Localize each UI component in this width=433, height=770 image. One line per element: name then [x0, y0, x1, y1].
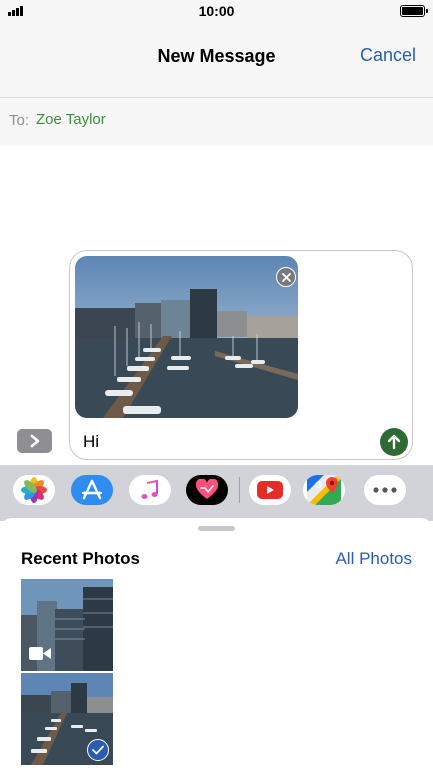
status-bar: 10:00 — [0, 0, 433, 22]
panel-grabber[interactable] — [198, 526, 235, 531]
app-store-icon[interactable] — [71, 475, 113, 505]
drawer-divider — [239, 477, 240, 503]
svg-text:G: G — [315, 480, 322, 490]
video-camera-icon — [29, 647, 51, 665]
photo-thumbnail[interactable] — [21, 673, 113, 765]
remove-attachment-button[interactable] — [276, 267, 296, 287]
message-compose-field[interactable]: Hi — [69, 250, 413, 460]
close-icon — [281, 272, 291, 282]
music-icon[interactable] — [129, 475, 171, 505]
photo-picker-panel: Recent Photos All Photos — [0, 518, 433, 770]
recipient-field[interactable]: To: Zoe Taylor — [0, 98, 433, 146]
recipient-name[interactable]: Zoe Taylor — [36, 111, 106, 128]
chevron-right-icon — [30, 434, 39, 448]
youtube-icon[interactable] — [249, 475, 291, 505]
more-icon[interactable] — [364, 475, 406, 505]
to-label: To: — [9, 112, 30, 129]
attachment-photo[interactable] — [75, 256, 298, 418]
google-maps-icon[interactable]: G — [303, 475, 345, 505]
status-time: 10:00 — [198, 3, 235, 19]
arrow-up-icon — [387, 434, 401, 450]
photos-icon[interactable] — [13, 475, 55, 505]
battery-icon — [400, 5, 428, 17]
photo-thumbnail[interactable] — [21, 579, 113, 671]
cancel-button[interactable]: Cancel — [360, 45, 416, 66]
app-drawer: G — [0, 465, 433, 521]
digital-touch-icon[interactable] — [186, 475, 228, 505]
all-photos-link[interactable]: All Photos — [335, 549, 412, 569]
selected-checkmark-icon — [87, 739, 109, 761]
send-button[interactable] — [380, 428, 408, 456]
recent-photos-title: Recent Photos — [21, 549, 141, 568]
expand-apps-button[interactable] — [17, 429, 52, 453]
navigation-bar: New Message Cancel — [0, 22, 433, 98]
message-text[interactable]: Hi — [83, 432, 99, 452]
